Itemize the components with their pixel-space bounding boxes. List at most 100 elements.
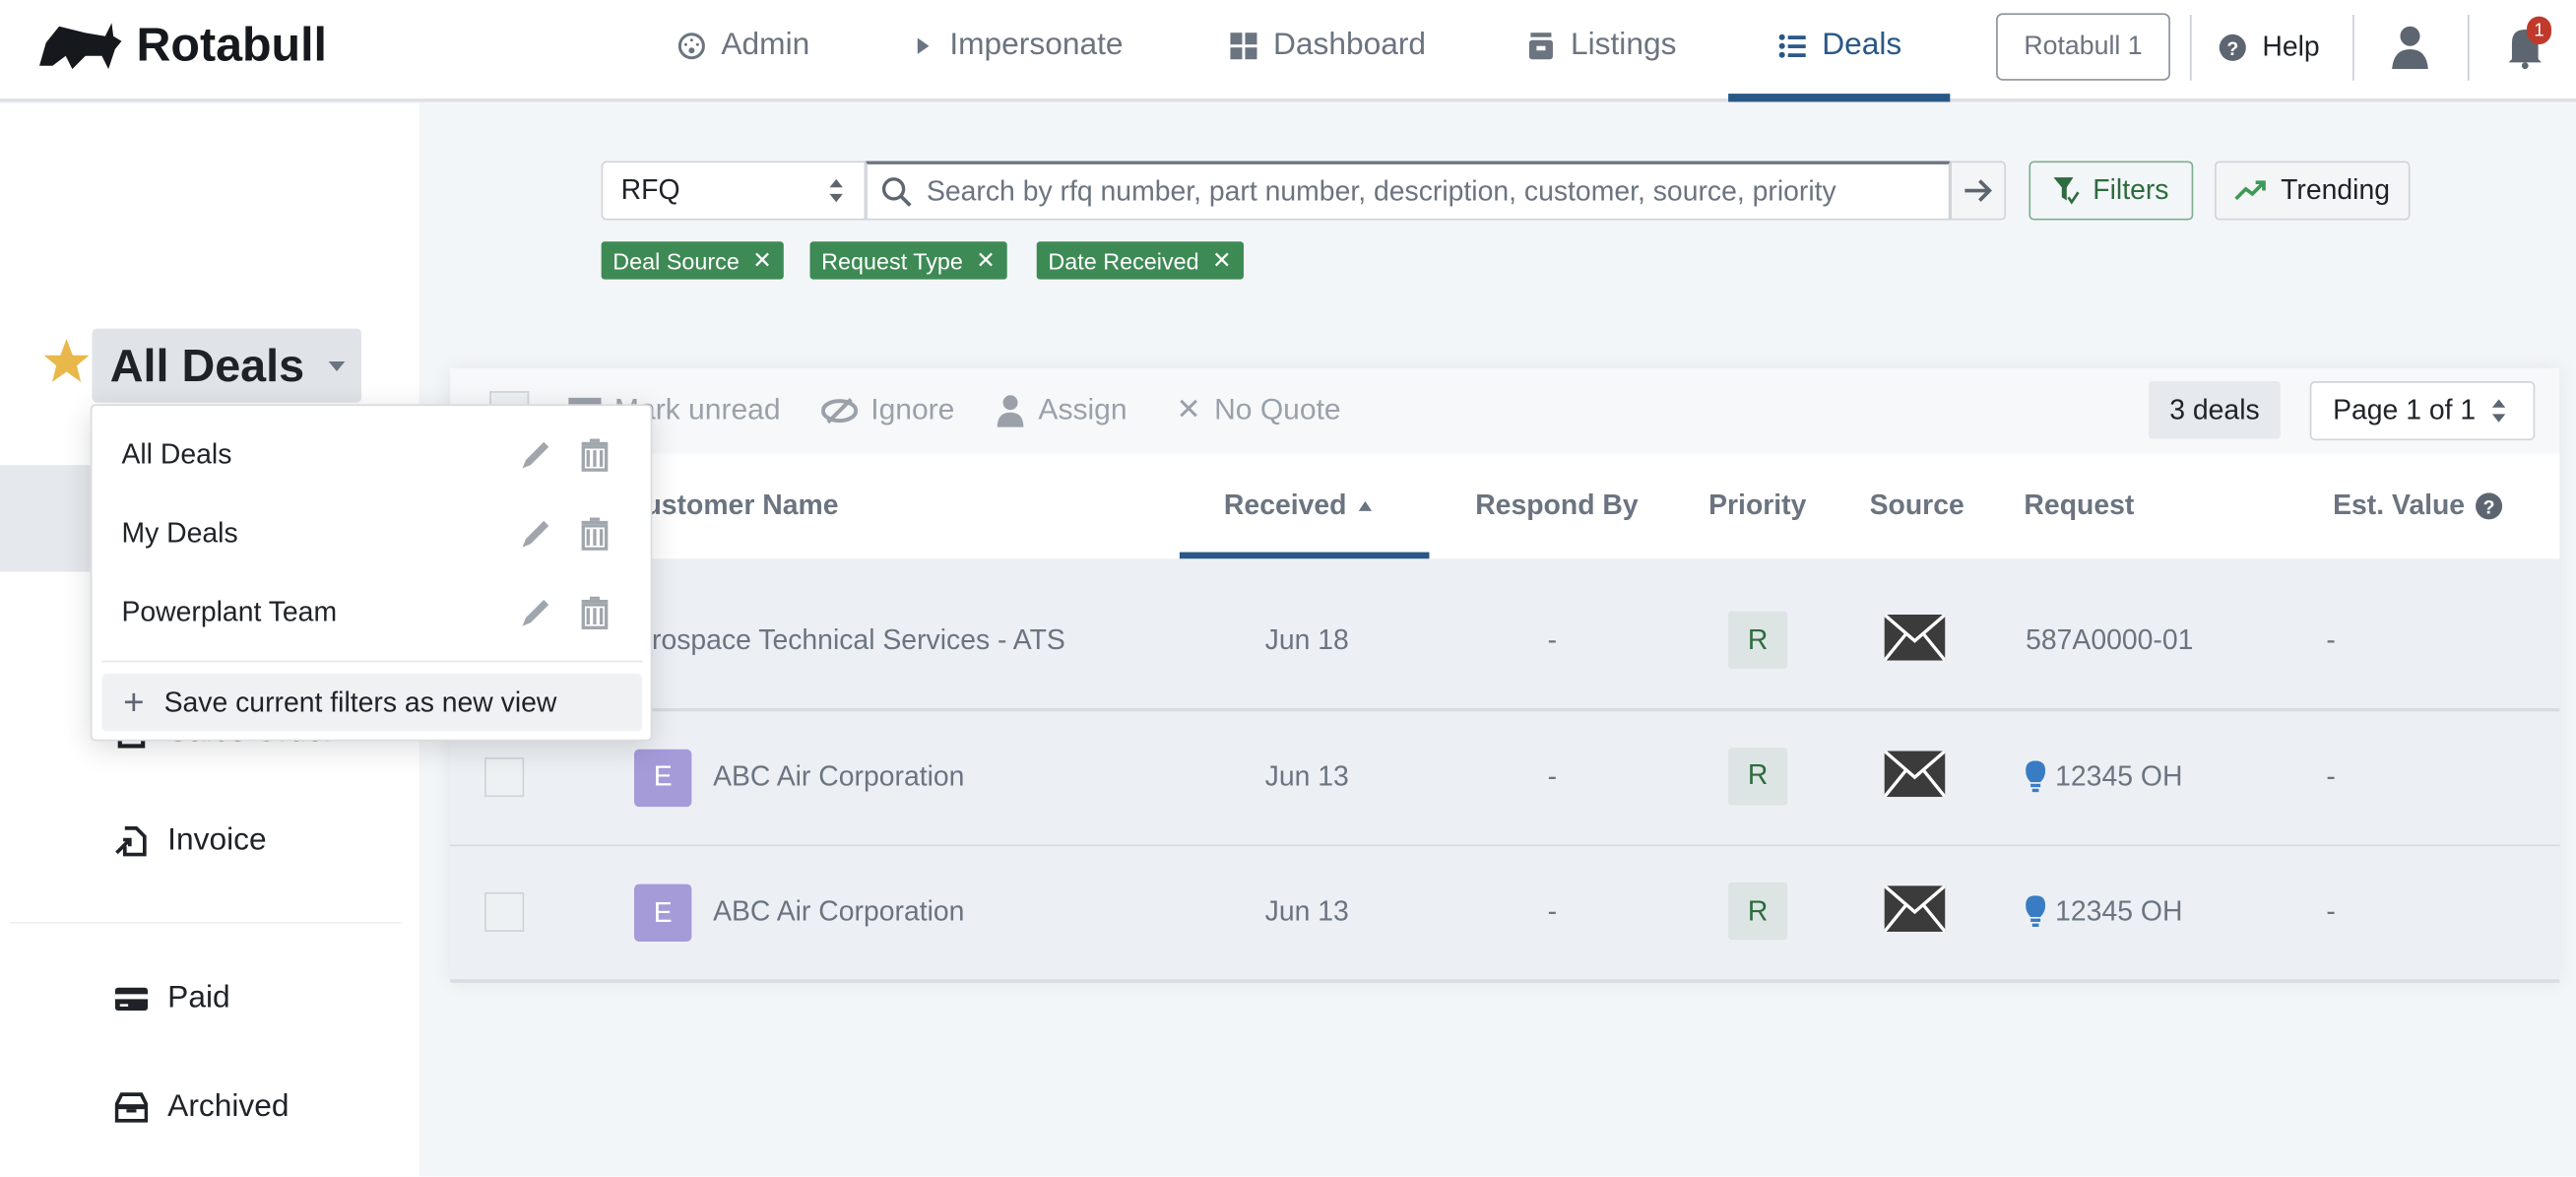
column-respond-by[interactable]: Respond By <box>1475 490 1638 522</box>
ignore-button[interactable]: Ignore <box>821 393 954 427</box>
est-value: - <box>2326 895 2336 927</box>
filter-chip-date-received[interactable]: Date Received ✕ <box>1036 241 1244 280</box>
edit-pencil-icon[interactable] <box>519 597 551 629</box>
nav-deals-label: Deals <box>1822 28 1902 63</box>
svg-text:?: ? <box>2483 496 2495 518</box>
edit-pencil-icon[interactable] <box>519 438 551 471</box>
sidebar-item-archived[interactable]: Archived <box>114 1089 290 1126</box>
no-quote-label: No Quote <box>1214 392 1341 426</box>
app-logo-text[interactable]: Rotabull <box>136 20 327 74</box>
received-date: Jun 18 <box>1264 623 1349 656</box>
grid-icon <box>1230 33 1257 60</box>
row-checkbox[interactable] <box>484 891 525 932</box>
view-option-label: My Deals <box>121 517 238 550</box>
filters-label: Filters <box>2093 173 2169 206</box>
search-type-select[interactable]: RFQ <box>601 161 867 221</box>
request[interactable]: 587A0000-01 <box>2026 624 2193 657</box>
column-request[interactable]: Request <box>2024 490 2134 522</box>
no-quote-button[interactable]: ✕ No Quote <box>1177 393 1341 427</box>
close-icon[interactable]: ✕ <box>1212 246 1232 274</box>
assign-button[interactable]: Assign <box>996 393 1127 427</box>
nav-impersonate[interactable]: Impersonate <box>912 28 1124 64</box>
view-option-all-deals[interactable]: All Deals <box>92 406 650 485</box>
save-view-button[interactable]: + Save current filters as new view <box>101 674 643 732</box>
nav-deals[interactable]: Deals <box>1777 28 1901 64</box>
file-import-icon <box>115 826 147 857</box>
account-switcher-button[interactable]: Rotabull 1 <box>1996 13 2170 81</box>
lightbulb-icon <box>2026 895 2046 927</box>
row-checkbox[interactable] <box>484 756 525 797</box>
nav-dashboard-label: Dashboard <box>1272 28 1427 63</box>
request[interactable]: 12345 OH <box>2026 759 2183 793</box>
user-icon <box>997 394 1024 426</box>
credit-card-icon <box>114 987 149 1012</box>
page-select[interactable]: Page 1 of 1 <box>2309 381 2536 441</box>
trending-button[interactable]: Trending <box>2214 161 2411 221</box>
eye-slash-icon <box>821 397 858 424</box>
request-value: 587A0000-01 <box>2026 623 2194 656</box>
help-button[interactable]: ? Help <box>2218 32 2320 64</box>
nav-listings[interactable]: Listings <box>1526 28 1676 64</box>
search-icon <box>881 176 912 207</box>
notification-badge: 1 <box>2526 16 2551 45</box>
user-profile-icon[interactable] <box>2389 23 2431 70</box>
search-type-value: RFQ <box>620 173 680 206</box>
search-submit-button[interactable] <box>1950 161 2007 221</box>
sidebar-item-label: Paid <box>167 981 230 1016</box>
avatar: E <box>633 748 692 807</box>
filter-chip-deal-source[interactable]: Deal Source ✕ <box>601 241 784 280</box>
request[interactable]: 12345 OH <box>2026 895 2182 928</box>
request-value: 12345 OH <box>2055 759 2183 792</box>
close-icon: ✕ <box>1176 392 1201 426</box>
customer-name[interactable]: ABC Air Corporation <box>713 895 964 928</box>
column-est-value[interactable]: Est. Value? <box>2333 490 2504 522</box>
menu-divider <box>101 660 643 663</box>
rotabull-logo-icon[interactable] <box>36 20 125 72</box>
source-email <box>1883 883 1947 940</box>
received-date: Jun 13 <box>1264 895 1349 927</box>
close-icon[interactable]: ✕ <box>752 246 772 274</box>
divider <box>2467 15 2470 81</box>
sidebar-item-paid[interactable]: Paid <box>114 981 230 1017</box>
trash-icon[interactable] <box>578 438 611 472</box>
view-option-powerplant-team[interactable]: Powerplant Team <box>92 563 650 642</box>
page-select-value: Page 1 of 1 <box>2333 394 2477 426</box>
star-icon[interactable] <box>41 337 93 386</box>
close-icon[interactable]: ✕ <box>976 246 996 274</box>
respond-by: - <box>1547 895 1558 927</box>
source-email <box>1883 749 1947 805</box>
save-view-label: Save current filters as new view <box>163 686 557 718</box>
column-customer-name[interactable]: Customer Name <box>624 490 839 522</box>
trash-icon[interactable] <box>578 596 611 629</box>
edit-pencil-icon[interactable] <box>519 518 551 551</box>
customer-name[interactable]: Aerospace Technical Services - ATS <box>617 624 1065 657</box>
search-input[interactable] <box>926 174 1929 209</box>
sort-arrows-icon <box>2491 399 2506 423</box>
trending-label: Trending <box>2281 173 2391 206</box>
column-source[interactable]: Source <box>1870 490 1964 522</box>
priority-badge: R <box>1728 882 1788 941</box>
view-option-my-deals[interactable]: My Deals <box>92 485 650 563</box>
filter-chip-request-type[interactable]: Request Type ✕ <box>809 241 1007 280</box>
divider <box>2352 15 2354 81</box>
view-selector-button[interactable]: All Deals <box>92 328 362 403</box>
dashboard-gauge-icon <box>677 33 705 60</box>
trending-up-icon <box>2234 180 2267 201</box>
help-circle-icon[interactable]: ? <box>2475 491 2504 521</box>
view-title: All Deals <box>109 339 305 391</box>
column-priority[interactable]: Priority <box>1708 490 1806 522</box>
nav-admin[interactable]: Admin <box>676 28 809 64</box>
sidebar-item-invoice[interactable]: Invoice <box>115 823 267 860</box>
active-tab-indicator <box>1728 94 1951 102</box>
filters-button[interactable]: Filters <box>2029 161 2194 221</box>
view-option-label: All Deals <box>121 438 232 471</box>
sorted-column-indicator <box>1179 552 1430 559</box>
priority-badge: R <box>1728 747 1788 805</box>
customer-name[interactable]: ABC Air Corporation <box>713 760 964 793</box>
avatar: E <box>633 883 692 942</box>
search-field[interactable] <box>866 161 1951 221</box>
est-value: - <box>2326 623 2336 656</box>
trash-icon[interactable] <box>578 517 611 551</box>
column-received[interactable]: Received <box>1224 490 1373 522</box>
nav-dashboard[interactable]: Dashboard <box>1229 28 1426 64</box>
